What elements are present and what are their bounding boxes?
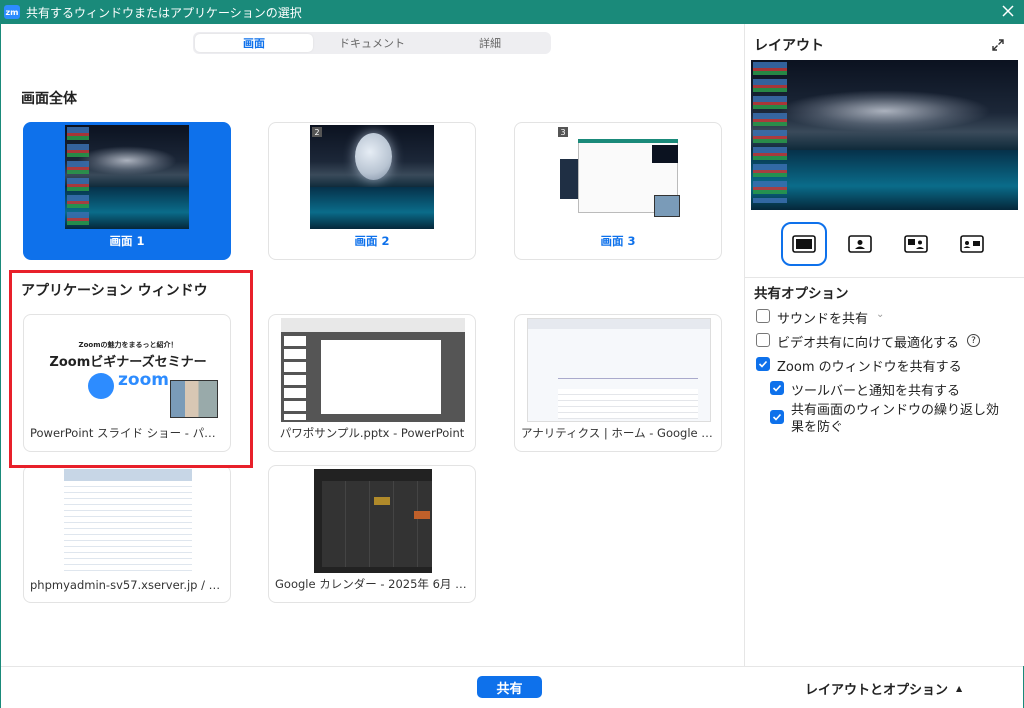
chevron-down-icon[interactable]: ⌄	[876, 309, 884, 320]
expand-icon[interactable]	[990, 37, 1006, 53]
zoom-app-icon: zm	[4, 5, 20, 19]
layout-options-panel: レイアウト 共有オプション サウンドを共有 ⌄ ビデオ共有に向けて最適化する ?…	[744, 24, 1024, 666]
option-label: ビデオ共有に向けて最適化する	[777, 336, 960, 351]
screen-2-thumbnail: 2	[310, 125, 434, 229]
screen-card-label: 画面 2	[354, 234, 390, 248]
option-label: Zoom のウィンドウを共有する	[777, 360, 962, 375]
screen-card-label: 画面 3	[600, 234, 636, 248]
close-icon[interactable]	[1000, 3, 1016, 19]
help-icon[interactable]: ?	[967, 334, 981, 347]
layout-content-only-button[interactable]	[781, 222, 827, 266]
checkbox-checked[interactable]	[756, 357, 770, 371]
panel-divider	[745, 277, 1024, 278]
layout-side-by-side-button[interactable]	[949, 222, 995, 266]
title-bar: zm 共有するウィンドウまたはアプリケーションの選択	[0, 0, 1024, 24]
screen-card-label: 画面 1	[109, 234, 145, 248]
app-thumbnail	[314, 469, 432, 573]
checkbox-checked[interactable]	[770, 410, 784, 424]
app-card-label: パワポサンプル.pptx - PowerPoint	[279, 426, 465, 440]
source-tabs: 画面 ドキュメント 詳細	[193, 32, 551, 54]
check-icon	[758, 360, 768, 368]
layout-title: レイアウト	[754, 38, 824, 54]
screen-card-3[interactable]: 3 画面 3	[514, 122, 722, 260]
option-prevent-echo[interactable]: 共有画面のウィンドウの繰り返し効果を防ぐ	[770, 402, 1000, 436]
checkbox[interactable]	[756, 333, 770, 347]
layout-preview	[751, 60, 1018, 210]
layout-buttons	[781, 222, 1005, 266]
pip-icon	[904, 235, 928, 253]
option-label: サウンドを共有	[777, 312, 869, 327]
side-by-side-icon	[960, 235, 984, 253]
screen-3-thumbnail: 3	[556, 125, 680, 229]
tab-document[interactable]: ドキュメント	[313, 34, 431, 52]
app-card-label: phpmyadmin-sv57.xserver.jp / mysql1...	[30, 578, 230, 592]
layout-presenter-button[interactable]	[837, 222, 883, 266]
share-dialog: 画面 ドキュメント 詳細 画面全体 画面 1 2 画面 2 3 画面 3 アプリ…	[0, 24, 1024, 708]
screen-card-1[interactable]: 画面 1	[23, 122, 231, 260]
tab-advanced[interactable]: 詳細	[431, 34, 549, 52]
app-thumbnail	[281, 318, 465, 422]
layout-options-toggle[interactable]: レイアウトとオプション ▲	[805, 679, 962, 698]
checkbox[interactable]	[756, 309, 770, 323]
screen-card-2[interactable]: 2 画面 2	[268, 122, 476, 260]
app-card-label: アナリティクス | ホーム - Google Chrome	[521, 426, 721, 440]
app-card-chrome-analytics[interactable]: アナリティクス | ホーム - Google Chrome	[514, 314, 722, 452]
option-share-toolbar[interactable]: ツールバーと通知を共有する	[770, 380, 960, 399]
share-options-title: 共有オプション	[754, 286, 849, 302]
app-card-google-calendar[interactable]: Google カレンダー - 2025年 6月 - Googl...	[268, 465, 476, 603]
option-label: 共有画面のウィンドウの繰り返し効果を防ぐ	[791, 403, 1000, 435]
check-icon	[772, 413, 782, 421]
checkbox-checked[interactable]	[770, 381, 784, 395]
tab-screen[interactable]: 画面	[195, 34, 313, 52]
dialog-footer: 共有 レイアウトとオプション ▲	[1, 666, 1023, 708]
app-thumbnail	[64, 469, 192, 573]
screen-1-thumbnail	[65, 125, 189, 229]
option-share-sound[interactable]: サウンドを共有 ⌄	[756, 308, 884, 327]
option-optimize-video[interactable]: ビデオ共有に向けて最適化する ?	[756, 332, 981, 351]
check-icon	[772, 384, 782, 392]
option-share-zoom-windows[interactable]: Zoom のウィンドウを共有する	[756, 356, 962, 375]
highlight-box	[9, 270, 253, 468]
layout-options-label: レイアウトとオプション	[805, 683, 949, 698]
layout-picture-in-picture-button[interactable]	[893, 222, 939, 266]
app-card-powerpoint-editor[interactable]: パワポサンプル.pptx - PowerPoint	[268, 314, 476, 452]
presenter-icon	[848, 235, 872, 253]
screens-heading: 画面全体	[21, 91, 77, 107]
option-label: ツールバーと通知を共有する	[791, 384, 961, 399]
app-card-phpmyadmin[interactable]: phpmyadmin-sv57.xserver.jp / mysql1...	[23, 465, 231, 603]
source-selection-pane: 画面 ドキュメント 詳細 画面全体 画面 1 2 画面 2 3 画面 3 アプリ…	[1, 24, 743, 666]
screen-number-badge: 3	[558, 127, 568, 137]
app-card-label: Google カレンダー - 2025年 6月 - Googl...	[275, 577, 475, 591]
screen-number-badge: 2	[312, 127, 322, 137]
app-thumbnail	[527, 318, 711, 422]
triangle-up-icon: ▲	[956, 684, 963, 693]
share-button[interactable]: 共有	[477, 676, 542, 698]
window-title: 共有するウィンドウまたはアプリケーションの選択	[26, 5, 302, 20]
screen-only-icon	[792, 235, 816, 253]
